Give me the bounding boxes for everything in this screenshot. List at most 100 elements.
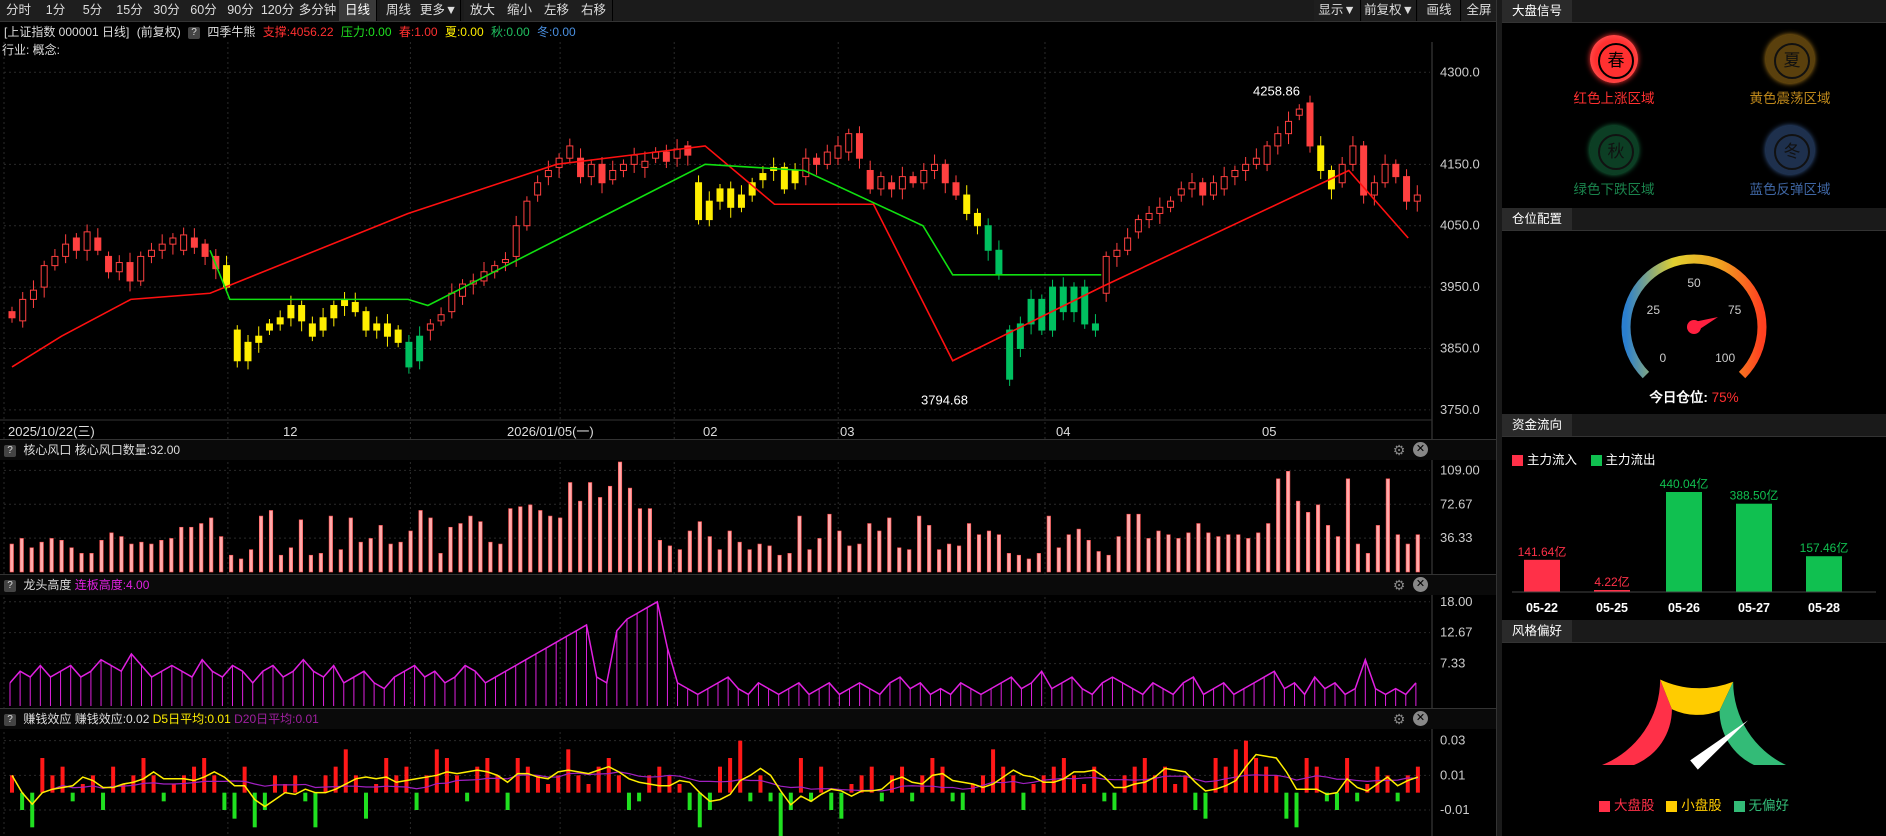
period-button-14[interactable]: 左移	[538, 0, 576, 21]
help-icon[interactable]: ?	[4, 444, 16, 457]
section-title-text: 大盘信号	[1502, 0, 1573, 22]
gear-icon[interactable]: ⚙	[1391, 442, 1407, 458]
period-button-9[interactable]: 日线	[339, 0, 377, 21]
period-button-4[interactable]: 30分	[148, 0, 186, 21]
profit-bar	[728, 758, 733, 793]
period-button-3[interactable]: 15分	[111, 0, 149, 21]
legend-no-preference: 无偏好	[1748, 798, 1790, 813]
help-icon[interactable]: ?	[4, 713, 16, 726]
gear-icon[interactable]: ⚙	[1391, 711, 1407, 727]
candle-body	[705, 200, 713, 221]
wind-bar	[268, 510, 274, 573]
candle-body	[40, 265, 48, 288]
period-button-15[interactable]: 右移	[575, 0, 613, 21]
period-button-7[interactable]: 120分	[259, 0, 297, 21]
profit-bar	[1112, 792, 1117, 810]
toolbar-right-button-0[interactable]: 显示▼	[1314, 0, 1361, 21]
period-button-11[interactable]: 更多▼	[417, 0, 461, 21]
close-icon[interactable]: ✕	[1413, 711, 1428, 726]
wind-bar	[109, 532, 114, 573]
candle-body	[115, 262, 123, 273]
profit-bar	[1061, 758, 1066, 793]
wind-bar	[29, 547, 34, 573]
wind-bar	[328, 515, 333, 573]
season-3-icon[interactable]: 冬	[1766, 126, 1814, 174]
today-position-value: 75%	[1711, 390, 1739, 405]
profit-bar	[40, 758, 45, 793]
wind-bar	[338, 549, 343, 573]
y-tick-label: 12.67	[1440, 625, 1473, 640]
profit-bar	[465, 792, 470, 802]
period-button-10[interactable]: 周线	[380, 0, 418, 21]
candle-body	[105, 255, 113, 273]
legend-small-cap: 小盘股	[1681, 798, 1722, 813]
candle-body	[308, 323, 316, 337]
profit-bar	[576, 775, 581, 793]
season-1-icon[interactable]: 夏	[1766, 35, 1814, 83]
wind-bar	[647, 508, 652, 573]
profit-bar	[1345, 758, 1350, 793]
gear-icon[interactable]: ⚙	[1391, 577, 1407, 593]
profit-bar	[748, 792, 753, 802]
profit-bar	[1213, 758, 1218, 793]
close-icon[interactable]: ✕	[1413, 577, 1428, 592]
low-price-label: 3794.68	[921, 392, 968, 407]
profit-bar	[151, 775, 156, 793]
period-button-12[interactable]: 放大	[464, 0, 502, 21]
wind-bar	[308, 554, 313, 573]
wind-bar	[747, 549, 752, 573]
close-icon[interactable]: ✕	[1413, 442, 1428, 457]
wind-bar	[229, 554, 234, 573]
winter-value: 冬:0.00	[537, 25, 576, 39]
wind-bar	[657, 540, 662, 573]
wind-bar	[1355, 543, 1360, 573]
profit-bar	[1375, 766, 1380, 793]
period-button-2[interactable]: 5分	[74, 0, 112, 21]
wind-bar	[598, 497, 603, 573]
flow-value-label: 141.64亿	[1518, 544, 1567, 559]
profit-bar	[525, 766, 530, 793]
period-button-1[interactable]: 1分	[37, 0, 75, 21]
wind-bar	[976, 534, 982, 573]
help-icon[interactable]: ?	[4, 579, 16, 592]
profit-bar	[70, 792, 75, 802]
profit-bar	[677, 784, 682, 793]
wind-bar	[588, 482, 593, 573]
wind-bar	[239, 558, 244, 573]
candle-body	[888, 182, 896, 190]
profit-bar	[414, 792, 419, 810]
candle-body	[201, 243, 209, 257]
wind-bar	[1026, 558, 1031, 573]
candle-body	[866, 169, 874, 190]
today-position: 今日仓位: 75%	[1502, 386, 1886, 406]
profit-bar	[1334, 792, 1339, 810]
profit-bar	[1173, 784, 1178, 793]
period-button-13[interactable]: 缩小	[501, 0, 539, 21]
period-button-8[interactable]: 多分钟	[296, 0, 340, 21]
wind-bar	[298, 519, 303, 573]
season-0-icon[interactable]: 春	[1590, 35, 1638, 83]
profit-bar	[80, 784, 85, 793]
candle-body	[1081, 286, 1089, 325]
period-button-6[interactable]: 90分	[222, 0, 260, 21]
profit-bar	[839, 792, 844, 819]
section-title-flow: 资金流向	[1502, 414, 1886, 437]
wind-bar	[897, 547, 902, 573]
candle-body	[813, 157, 821, 165]
y-tick-label: 0.03	[1440, 733, 1465, 748]
help-icon[interactable]: ?	[188, 26, 201, 39]
flow-category-label: 05-25	[1596, 601, 1628, 615]
profit-bar	[1264, 766, 1269, 793]
candle-body	[920, 169, 928, 184]
season-2-icon[interactable]: 秋	[1590, 126, 1638, 174]
profit-bar	[1355, 792, 1360, 802]
wind-bar	[837, 530, 842, 573]
toolbar-right-button-3[interactable]: 全屏	[1462, 0, 1497, 21]
spring-value: 春:1.00	[398, 25, 438, 39]
period-button-0[interactable]: 分时	[0, 0, 38, 21]
candle-body	[287, 305, 295, 319]
toolbar-right-button-1[interactable]: 前复权▼	[1362, 0, 1417, 21]
profit-bar	[778, 792, 783, 836]
period-button-5[interactable]: 60分	[185, 0, 223, 21]
toolbar-right-button-2[interactable]: 画线	[1418, 0, 1461, 21]
